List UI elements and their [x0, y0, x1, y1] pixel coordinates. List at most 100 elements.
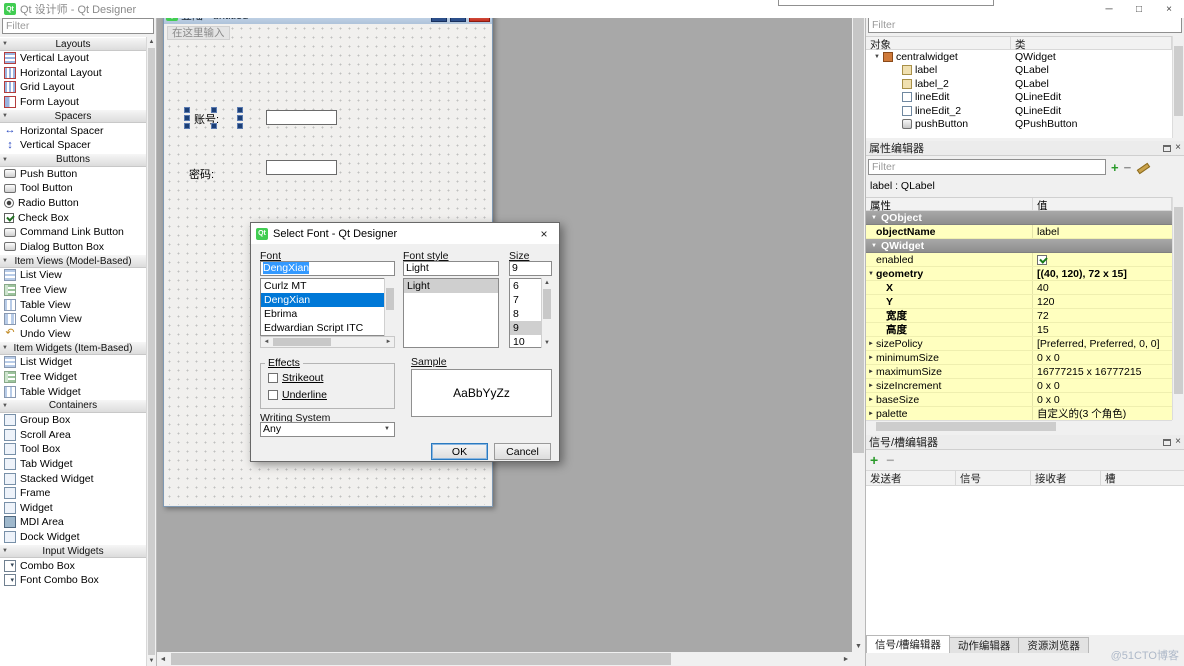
resize-handle-sw[interactable] — [184, 123, 190, 129]
property-objectname[interactable]: objectNamelabel — [866, 225, 1172, 239]
mdi-vertical-scrollbar[interactable]: ▲ ▼ — [852, 0, 865, 652]
lineEdit_2[interactable] — [266, 160, 337, 175]
property-enabled[interactable]: enabled — [866, 253, 1172, 267]
group-qobject[interactable]: ▼QObject — [866, 211, 1172, 225]
resize-handle-w[interactable] — [184, 115, 190, 121]
float-panel-icon[interactable] — [1163, 439, 1171, 446]
property-y[interactable]: Y120 — [866, 295, 1172, 309]
lineEdit[interactable] — [266, 110, 337, 125]
property-geometry[interactable]: ▼geometry[(40, 120), 72 x 15] — [866, 267, 1172, 281]
column-1[interactable]: 信号 — [956, 471, 1031, 485]
scroll-left-icon[interactable]: ◄ — [261, 337, 272, 347]
hscroll-thumb[interactable] — [273, 338, 331, 346]
column-0[interactable]: 发送者 — [866, 471, 956, 485]
option-light[interactable]: Light — [404, 279, 498, 293]
dialog-close-icon[interactable]: × — [529, 223, 559, 244]
bottom-tab-2[interactable]: 资源浏览器 — [1018, 637, 1089, 653]
scroll-down-icon[interactable]: ▼ — [852, 640, 865, 652]
widget-list-view[interactable]: List View — [0, 268, 146, 283]
column-value[interactable]: 值 — [1033, 198, 1172, 210]
strikeout-row[interactable]: Strikeout — [268, 372, 323, 384]
widget-dialog-button-box[interactable]: Dialog Button Box — [0, 240, 146, 255]
password-label[interactable]: 密码: — [189, 166, 214, 182]
resize-handle-se[interactable] — [237, 123, 243, 129]
widget-vertical-layout[interactable]: Vertical Layout — [0, 51, 146, 66]
maximize-button[interactable]: □ — [1124, 0, 1154, 18]
dialog-title-bar[interactable]: Qt Select Font - Qt Designer × — [251, 223, 559, 244]
section-containers[interactable]: ▼Containers — [0, 399, 146, 413]
resize-handle-e[interactable] — [237, 115, 243, 121]
property-editor-header[interactable]: 属性编辑器 × — [866, 141, 1184, 156]
column-object[interactable]: 对象 — [866, 37, 1011, 49]
font-style-input[interactable]: Light — [403, 261, 499, 276]
option-dengxian[interactable]: DengXian — [261, 293, 384, 307]
widget-horizontal-layout[interactable]: Horizontal Layout — [0, 66, 146, 81]
object-lineedit-2[interactable]: lineEdit_2QLineEdit — [866, 104, 1172, 118]
widget-combo-box[interactable]: ▾Combo Box — [0, 558, 146, 573]
scroll-right-icon[interactable]: ► — [840, 652, 852, 666]
add-dynamic-property-icon[interactable]: + — [1111, 161, 1119, 174]
option-7[interactable]: 7 — [510, 293, 541, 307]
column-property[interactable]: 属性 — [866, 198, 1033, 210]
resize-handle-nw[interactable] — [184, 107, 190, 113]
object-pushbutton[interactable]: pushButtonQPushButton — [866, 118, 1172, 132]
signal-slot-header[interactable]: 信号/槽编辑器 × — [866, 435, 1184, 450]
font-name-input[interactable]: DengXian — [260, 261, 395, 276]
strikeout-checkbox[interactable] — [268, 373, 278, 383]
widget-widget[interactable]: Widget — [0, 500, 146, 515]
property-sizeincrement[interactable]: ►sizeIncrement0 x 0 — [866, 379, 1172, 393]
column-class[interactable]: 类 — [1011, 37, 1172, 49]
section-input-widgets[interactable]: ▼Input Widgets — [0, 544, 146, 558]
resize-handle-s[interactable] — [211, 123, 217, 129]
widget-command-link-button[interactable]: Command Link Button — [0, 225, 146, 240]
widget-push-button[interactable]: Push Button — [0, 167, 146, 182]
minimize-button[interactable]: ─ — [1094, 0, 1124, 18]
widget-group-box[interactable]: Group Box — [0, 413, 146, 428]
option-9[interactable]: 9 — [510, 321, 541, 335]
object-lineedit[interactable]: lineEditQLineEdit — [866, 91, 1172, 105]
font-list-vscrollbar[interactable] — [384, 278, 395, 336]
column-3[interactable]: 槽 — [1101, 471, 1184, 485]
widget-tree-view[interactable]: Tree View — [0, 283, 146, 298]
add-connection-icon[interactable]: + — [870, 453, 878, 467]
resize-handle-n[interactable] — [211, 107, 217, 113]
option-6[interactable]: 6 — [510, 279, 541, 293]
float-panel-icon[interactable] — [1163, 145, 1171, 152]
hscroll-thumb[interactable] — [171, 653, 671, 665]
option-8[interactable]: 8 — [510, 307, 541, 321]
widget-tool-box[interactable]: Tool Box — [0, 442, 146, 457]
checkbox-checked-icon[interactable] — [1037, 255, 1047, 265]
scrollbar-thumb[interactable] — [148, 48, 155, 655]
remove-connection-icon[interactable]: − — [886, 453, 894, 467]
menu-placeholder[interactable]: 在这里输入 — [167, 26, 230, 40]
writing-system-combo[interactable]: Any ▼ — [260, 422, 395, 437]
size-scroll-up-icon[interactable]: ▲ — [542, 278, 552, 288]
section-item-views-model-based[interactable]: ▼Item Views (Model-Based) — [0, 254, 146, 268]
close-panel-icon[interactable]: × — [1175, 437, 1181, 447]
section-buttons[interactable]: ▼Buttons — [0, 153, 146, 167]
widget-list-widget[interactable]: List Widget — [0, 355, 146, 370]
widget-font-combo-box[interactable]: ▾Font Combo Box — [0, 573, 146, 588]
underline-row[interactable]: Underline — [268, 389, 327, 401]
widget-stacked-widget[interactable]: Stacked Widget — [0, 471, 146, 486]
ok-button[interactable]: OK — [431, 443, 488, 460]
size-scroll-down-icon[interactable]: ▼ — [542, 338, 552, 348]
widget-tab-widget[interactable]: Tab Widget — [0, 457, 146, 472]
property-vscrollbar[interactable] — [1172, 197, 1184, 420]
widget-box-scrollbar[interactable]: ▲ ▼ — [146, 37, 156, 666]
widget-frame[interactable]: Frame — [0, 486, 146, 501]
resize-handle-ne[interactable] — [237, 107, 243, 113]
column-2[interactable]: 接收者 — [1031, 471, 1101, 485]
configure-property-editor-icon[interactable] — [1136, 161, 1150, 174]
object-centralwidget[interactable]: ▼centralwidgetQWidget — [866, 50, 1172, 64]
widget-undo-view[interactable]: ↶Undo View — [0, 327, 146, 342]
widget-tree-widget[interactable]: Tree Widget — [0, 370, 146, 385]
object-label[interactable]: labelQLabel — [866, 64, 1172, 78]
widget-horizontal-spacer[interactable]: ↔Horizontal Spacer — [0, 123, 146, 138]
widget-scroll-area[interactable]: Scroll Area — [0, 427, 146, 442]
option-ebrima[interactable]: Ebrima — [261, 307, 384, 321]
section-layouts[interactable]: ▼Layouts — [0, 37, 146, 51]
scroll-down-icon[interactable]: ▼ — [147, 656, 156, 666]
widget-dock-widget[interactable]: Dock Widget — [0, 530, 146, 545]
select-font-dialog[interactable]: Qt Select Font - Qt Designer × Font Font… — [250, 222, 560, 462]
